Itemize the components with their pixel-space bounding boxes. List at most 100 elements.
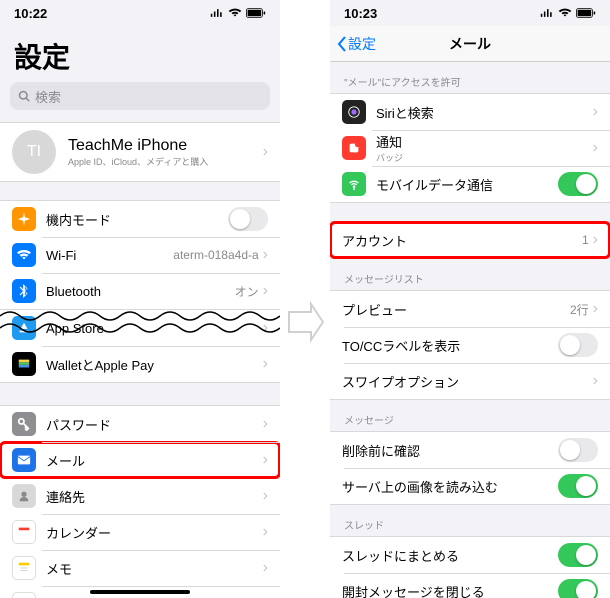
- settings-row-bluetooth[interactable]: Bluetooth オン›: [0, 273, 280, 309]
- bluetooth-icon: [12, 279, 36, 303]
- wifi-icon: [12, 243, 36, 267]
- chevron-right-icon: ›: [263, 143, 268, 161]
- status-icons: [210, 8, 266, 18]
- section-header: メッセージ: [330, 400, 610, 431]
- settings-row-contacts[interactable]: 連絡先 ›: [0, 478, 280, 514]
- row-label: 連絡先: [46, 487, 85, 506]
- settings-row-wifi[interactable]: Wi-Fi aterm-018a4d-a ›: [0, 237, 280, 273]
- chevron-right-icon: ›: [263, 355, 268, 373]
- row-detail: 1: [582, 233, 589, 247]
- section-header: スレッド: [330, 505, 610, 536]
- mail-settings-screen: 10:23 設定 メール "メール"にアクセスを許可 Siriと検索›通知バッジ…: [330, 0, 610, 598]
- back-label: 設定: [348, 34, 376, 54]
- settings-row-notes[interactable]: メモ›: [0, 550, 280, 586]
- settings-row-削除前に確認[interactable]: 削除前に確認: [330, 432, 610, 468]
- chevron-right-icon: ›: [263, 487, 268, 505]
- status-bar: 10:23: [330, 0, 610, 26]
- settings-row-notif[interactable]: 通知バッジ ›: [330, 130, 610, 166]
- row-label: モバイルデータ通信: [376, 175, 493, 194]
- wallet-icon: [12, 352, 36, 376]
- toggle[interactable]: [558, 579, 598, 598]
- chevron-left-icon: [336, 36, 348, 52]
- toggle[interactable]: [558, 438, 598, 462]
- mail-icon: [12, 448, 36, 472]
- row-detail: オン: [235, 283, 259, 300]
- row-detail: 2行: [570, 301, 589, 318]
- row-label: プレビュー: [342, 300, 407, 319]
- row-detail: aterm-018a4d-a: [173, 248, 258, 262]
- row-label: アカウント: [342, 231, 407, 250]
- status-icons: [540, 8, 596, 18]
- settings-row-airplane[interactable]: 機内モード: [0, 201, 280, 237]
- settings-row-mail[interactable]: メール ›: [0, 442, 280, 478]
- row-label: 通知: [376, 132, 403, 151]
- row-label: メモ: [46, 559, 72, 578]
- settings-row-プレビュー[interactable]: プレビュー 2行›: [330, 291, 610, 327]
- chevron-right-icon: ›: [593, 231, 598, 249]
- settings-row-wallet[interactable]: WalletとApple Pay›: [0, 346, 280, 382]
- arrow-right-icon: [283, 300, 327, 344]
- chevron-right-icon: ›: [263, 415, 268, 433]
- row-label: 開封メッセージを閉じる: [342, 582, 485, 598]
- row-label: メール: [46, 451, 85, 470]
- row-label: スレッドにまとめる: [342, 546, 459, 565]
- settings-row-TO/CCラベルを表示[interactable]: TO/CCラベルを表示: [330, 327, 610, 363]
- settings-row-サーバ上の画像を読み込む[interactable]: サーバ上の画像を読み込む: [330, 468, 610, 504]
- row-label: 機内モード: [46, 210, 111, 229]
- toggle[interactable]: [558, 543, 598, 567]
- status-time: 10:22: [14, 6, 47, 21]
- toggle[interactable]: [558, 474, 598, 498]
- settings-row-cell[interactable]: モバイルデータ通信: [330, 166, 610, 202]
- section-header: "メール"にアクセスを許可: [330, 62, 610, 93]
- row-label: スワイプオプション: [342, 372, 459, 391]
- siri-icon: [342, 100, 366, 124]
- row-label: カレンダー: [46, 523, 111, 542]
- contacts-icon: [12, 484, 36, 508]
- status-time: 10:23: [344, 6, 377, 21]
- settings-row-siri[interactable]: Siriと検索›: [330, 94, 610, 130]
- back-button[interactable]: 設定: [336, 34, 376, 54]
- search-input[interactable]: 検索: [10, 82, 270, 110]
- toggle[interactable]: [228, 207, 268, 231]
- settings-row-calendar[interactable]: カレンダー›: [0, 514, 280, 550]
- search-placeholder: 検索: [35, 87, 61, 106]
- settings-row-key[interactable]: パスワード ›: [0, 406, 280, 442]
- chevron-right-icon: ›: [263, 246, 268, 264]
- notes-icon: [12, 556, 36, 580]
- row-label: パスワード: [46, 415, 111, 434]
- page-title: 設定: [0, 26, 280, 82]
- account-sub: Apple ID、iCloud、メディアと購入: [68, 155, 208, 168]
- settings-row-開封メッセージを閉じる[interactable]: 開封メッセージを閉じる: [330, 573, 610, 598]
- appstore-icon: [12, 316, 36, 340]
- row-label: 削除前に確認: [342, 441, 420, 460]
- row-label: Siriと検索: [376, 103, 434, 122]
- row-sublabel: バッジ: [376, 151, 403, 164]
- nav-bar: 設定 メール: [330, 26, 610, 62]
- calendar-icon: [12, 520, 36, 544]
- chevron-right-icon: ›: [593, 139, 598, 157]
- account-name: TeachMe iPhone: [68, 137, 208, 155]
- row-label: サーバ上の画像を読み込む: [342, 477, 498, 496]
- settings-row-スレッドにまとめる[interactable]: スレッドにまとめる: [330, 537, 610, 573]
- settings-row-appstore[interactable]: App Store›: [0, 310, 280, 346]
- settings-row-スワイプオプション[interactable]: スワイプオプション›: [330, 363, 610, 399]
- key-icon: [12, 412, 36, 436]
- row-label: App Store: [46, 321, 104, 336]
- row-label: リマインダー: [46, 595, 124, 598]
- settings-row-アカウント[interactable]: アカウント 1 ›: [330, 222, 610, 258]
- chevron-right-icon: ›: [593, 300, 598, 318]
- avatar: TI: [12, 130, 56, 174]
- search-icon: [18, 90, 30, 102]
- row-label: Bluetooth: [46, 284, 101, 299]
- notif-icon: [342, 136, 366, 160]
- chevron-right-icon: ›: [263, 451, 268, 469]
- section-header: メッセージリスト: [330, 259, 610, 290]
- apple-id-cell[interactable]: TI TeachMe iPhone Apple ID、iCloud、メディアと購…: [0, 123, 280, 181]
- row-label: TO/CCラベルを表示: [342, 336, 460, 355]
- chevron-right-icon: ›: [263, 282, 268, 300]
- toggle[interactable]: [558, 172, 598, 196]
- row-label: Wi-Fi: [46, 248, 76, 263]
- toggle[interactable]: [558, 333, 598, 357]
- nav-title: メール: [449, 34, 491, 54]
- cell-icon: [342, 172, 366, 196]
